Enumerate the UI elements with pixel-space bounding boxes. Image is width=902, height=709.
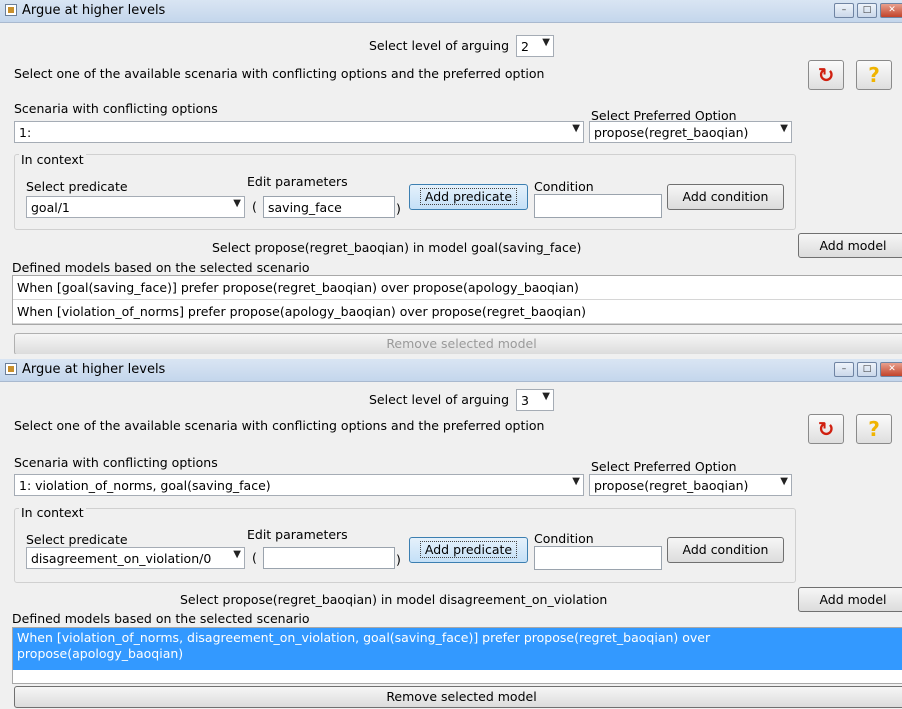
chevron-down-icon: ▼ xyxy=(542,37,550,48)
params-label: Edit parameters xyxy=(247,527,348,542)
paren-open: ( xyxy=(252,199,257,214)
refresh-icon: ↻ xyxy=(817,417,835,441)
preferred-option-select[interactable]: propose(regret_baoqian) ▼ xyxy=(589,474,792,496)
help-icon: ? xyxy=(868,417,880,441)
params-field[interactable] xyxy=(263,547,395,569)
maximize-button[interactable]: □ xyxy=(857,3,877,18)
level-select[interactable]: 3 ▼ xyxy=(516,389,554,411)
instruction-text: Select one of the available scenaria wit… xyxy=(14,66,545,81)
add-predicate-button[interactable]: Add predicate xyxy=(409,184,528,210)
scenaria-label: Scenaria with conflicting options xyxy=(14,101,218,116)
list-item[interactable]: When [goal(saving_face)] prefer propose(… xyxy=(13,276,902,300)
scenario-select[interactable]: 1: violation_of_norms, goal(saving_face)… xyxy=(14,474,584,496)
help-button[interactable]: ? xyxy=(856,60,892,90)
paren-close: ) xyxy=(396,552,401,567)
argue-window-level-3: Argue at higher levels – □ ✕ Select leve… xyxy=(0,359,902,709)
instruction-text: Select one of the available scenaria wit… xyxy=(14,418,545,433)
chevron-down-icon: ▼ xyxy=(572,476,580,487)
select-model-text: Select propose(regret_baoqian) in model … xyxy=(180,592,608,607)
predicate-select[interactable]: disagreement_on_violation/0 ▼ xyxy=(26,547,245,569)
paren-close: ) xyxy=(396,201,401,216)
predicate-select[interactable]: goal/1 ▼ xyxy=(26,196,245,218)
java-app-icon xyxy=(5,363,17,375)
scenaria-label: Scenaria with conflicting options xyxy=(14,455,218,470)
add-model-button[interactable]: Add model xyxy=(798,233,902,258)
close-button[interactable]: ✕ xyxy=(880,362,902,377)
models-list[interactable]: When [violation_of_norms, disagreement_o… xyxy=(12,627,902,684)
remove-model-button[interactable]: Remove selected model xyxy=(14,333,902,354)
refresh-icon: ↻ xyxy=(817,63,835,87)
condition-label: Condition xyxy=(534,531,594,546)
minimize-button[interactable]: – xyxy=(834,3,854,18)
minimize-button[interactable]: – xyxy=(834,362,854,377)
title-bar: Argue at higher levels – □ ✕ xyxy=(0,359,902,382)
select-model-text: Select propose(regret_baoqian) in model … xyxy=(212,240,582,255)
chevron-down-icon: ▼ xyxy=(542,391,550,402)
list-item[interactable]: When [violation_of_norms] prefer propose… xyxy=(13,300,902,324)
params-field[interactable]: saving_face xyxy=(263,196,395,218)
condition-label: Condition xyxy=(534,179,594,194)
models-list[interactable]: When [goal(saving_face)] prefer propose(… xyxy=(12,275,902,325)
help-icon: ? xyxy=(868,63,880,87)
context-group: In context Select predicate goal/1 ▼ Edit… xyxy=(14,152,796,230)
list-item-selected[interactable]: When [violation_of_norms, disagreement_o… xyxy=(13,628,902,670)
maximize-button[interactable]: □ xyxy=(857,362,877,377)
predicate-label: Select predicate xyxy=(26,532,128,547)
close-button[interactable]: ✕ xyxy=(880,3,902,18)
defined-models-label: Defined models based on the selected sce… xyxy=(12,611,310,626)
chevron-down-icon: ▼ xyxy=(233,549,241,560)
chevron-down-icon: ▼ xyxy=(780,123,788,134)
add-model-button[interactable]: Add model xyxy=(798,587,902,612)
reset-button[interactable]: ↻ xyxy=(808,414,844,444)
window-title: Argue at higher levels xyxy=(22,362,166,377)
add-condition-button[interactable]: Add condition xyxy=(667,537,784,563)
context-label: In context xyxy=(19,152,86,167)
level-label: Select level of arguing xyxy=(369,38,510,53)
add-condition-button[interactable]: Add condition xyxy=(667,184,784,210)
predicate-label: Select predicate xyxy=(26,179,128,194)
title-bar: Argue at higher levels – □ ✕ xyxy=(0,0,902,23)
remove-model-button[interactable]: Remove selected model xyxy=(14,686,902,708)
paren-open: ( xyxy=(252,550,257,565)
condition-field[interactable] xyxy=(534,546,662,570)
defined-models-label: Defined models based on the selected sce… xyxy=(12,260,310,275)
window-title: Argue at higher levels xyxy=(22,3,166,18)
preferred-option-select[interactable]: propose(regret_baoqian) ▼ xyxy=(589,121,792,143)
add-predicate-button[interactable]: Add predicate xyxy=(409,537,528,563)
help-button[interactable]: ? xyxy=(856,414,892,444)
scenario-select[interactable]: 1: ▼ xyxy=(14,121,584,143)
reset-button[interactable]: ↻ xyxy=(808,60,844,90)
java-app-icon xyxy=(5,4,17,16)
params-label: Edit parameters xyxy=(247,174,348,189)
level-label: Select level of arguing xyxy=(369,392,510,407)
context-label: In context xyxy=(19,505,86,520)
argue-window-level-2: Argue at higher levels – □ ✕ Select leve… xyxy=(0,0,902,354)
level-select[interactable]: 2 ▼ xyxy=(516,35,554,57)
chevron-down-icon: ▼ xyxy=(233,198,241,209)
chevron-down-icon: ▼ xyxy=(572,123,580,134)
context-group: In context Select predicate disagreement… xyxy=(14,505,796,583)
chevron-down-icon: ▼ xyxy=(780,476,788,487)
preferred-label: Select Preferred Option xyxy=(591,459,737,474)
condition-field[interactable] xyxy=(534,194,662,218)
